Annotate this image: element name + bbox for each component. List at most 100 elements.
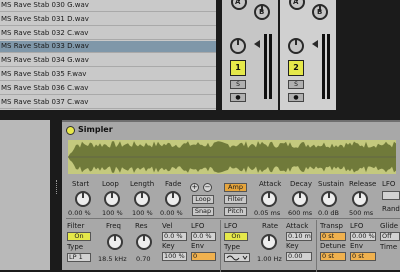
level-meter bbox=[269, 34, 272, 99]
send-a-label: A bbox=[235, 0, 241, 6]
file-item[interactable]: MS Rave Stab 034 G.wav bbox=[0, 55, 216, 67]
level-meter bbox=[327, 34, 330, 99]
mixer-empty-area bbox=[340, 0, 400, 110]
resize-handle[interactable] bbox=[56, 180, 58, 194]
sample-waveform-display[interactable] bbox=[68, 140, 396, 174]
section-divider bbox=[66, 218, 400, 219]
attack-value: 0.05 ms bbox=[254, 209, 281, 217]
sustain-knob[interactable] bbox=[321, 191, 337, 207]
res-label: Res bbox=[135, 222, 148, 230]
waveform-icon bbox=[68, 141, 396, 173]
transp-label: Transp bbox=[320, 222, 343, 230]
section-divider bbox=[220, 220, 221, 272]
track-strip-2: A B 2 S ● bbox=[280, 0, 336, 110]
lfo-label: LFO bbox=[382, 180, 396, 188]
lfo-attack-label: Attack bbox=[286, 222, 309, 230]
section-divider bbox=[316, 220, 317, 272]
filter-type-dropdown[interactable]: LP 1 bbox=[67, 253, 91, 262]
length-knob[interactable] bbox=[134, 191, 150, 207]
file-item[interactable]: MS Rave Stab 030 G.wav bbox=[0, 0, 216, 12]
fade-knob[interactable] bbox=[165, 191, 181, 207]
pan-knob[interactable] bbox=[288, 38, 304, 54]
random-label: Rando bbox=[382, 205, 400, 213]
plus-button[interactable]: + bbox=[190, 183, 199, 192]
lfo-type-label: Type bbox=[224, 243, 241, 251]
freq-knob[interactable] bbox=[107, 234, 123, 250]
vel-field[interactable]: 0.0 % bbox=[162, 232, 187, 241]
sustain-value: 0.0 dB bbox=[318, 209, 339, 217]
file-item[interactable]: MS Rave Stab 032 C.wav bbox=[0, 28, 216, 40]
filter-env-label: Env bbox=[191, 242, 205, 250]
volume-fader-handle[interactable] bbox=[312, 40, 318, 48]
rate-label: Rate bbox=[262, 222, 279, 230]
level-meter bbox=[322, 34, 325, 99]
volume-fader-handle[interactable] bbox=[254, 40, 260, 48]
pitch-tab-button[interactable]: Pitch bbox=[224, 207, 247, 216]
glide-label: Glide bbox=[380, 222, 399, 230]
file-item[interactable]: MS Rave Stab 036 C.wav bbox=[0, 83, 216, 95]
file-item-selected[interactable]: MS Rave Stab 033 D.wav bbox=[0, 41, 216, 53]
file-item[interactable]: MS Rave Stab 035 F.wav bbox=[0, 69, 216, 81]
filter-tab-button[interactable]: Filter bbox=[224, 195, 247, 204]
session-mixer: A B 1 S ● A B 2 S ● bbox=[218, 0, 400, 110]
length-label: Length bbox=[130, 180, 155, 188]
filter-env-field[interactable]: 0 bbox=[191, 252, 216, 261]
glide-time-label: Time bbox=[380, 243, 398, 251]
pitch-lfo-field[interactable]: 0.00 % bbox=[350, 232, 376, 241]
snap-toggle-button[interactable]: Snap bbox=[192, 207, 214, 216]
decay-value: 600 ms bbox=[288, 209, 313, 217]
fade-label: Fade bbox=[165, 180, 182, 188]
device-chain-left-panel bbox=[0, 120, 50, 270]
browser-file-list: MS Rave Stab 030 G.wav MS Rave Stab 031 … bbox=[0, 0, 216, 110]
lfo-section-label: LFO bbox=[224, 222, 238, 230]
attack-knob[interactable] bbox=[261, 191, 277, 207]
pitch-env-field[interactable]: 0 st bbox=[350, 252, 376, 261]
lfo-waveform-dropdown[interactable] bbox=[224, 253, 250, 262]
solo-button[interactable]: S bbox=[230, 80, 246, 89]
pan-knob[interactable] bbox=[230, 38, 246, 54]
vel-label: Vel bbox=[162, 222, 173, 230]
lfo-on-button[interactable]: On bbox=[224, 232, 248, 241]
release-label: Release bbox=[349, 180, 377, 188]
key-field[interactable]: 100 % bbox=[162, 252, 187, 261]
release-knob[interactable] bbox=[352, 191, 368, 207]
amp-tab-button[interactable]: Amp bbox=[224, 183, 247, 192]
transp-field[interactable]: 0 st bbox=[320, 232, 346, 241]
loop-knob[interactable] bbox=[104, 191, 120, 207]
device-title: Simpler bbox=[78, 125, 113, 134]
filter-lfo-label: LFO bbox=[191, 222, 205, 230]
filter-on-button[interactable]: On bbox=[67, 232, 91, 241]
filter-lfo-field[interactable]: 0.0 % bbox=[191, 232, 216, 241]
minus-button[interactable]: − bbox=[203, 183, 212, 192]
rate-value: 1.00 Hz bbox=[257, 255, 282, 263]
loop-toggle-button[interactable]: Loop bbox=[192, 195, 214, 204]
send-b-label: B bbox=[259, 8, 265, 16]
glide-dropdown[interactable]: Off bbox=[380, 232, 400, 241]
lfo-attack-field[interactable]: 0.10 ms bbox=[286, 232, 312, 241]
start-knob[interactable] bbox=[75, 191, 91, 207]
length-value: 100 % bbox=[132, 209, 153, 217]
device-power-icon[interactable] bbox=[66, 126, 75, 135]
res-value: 0.70 bbox=[136, 255, 151, 263]
filter-type-label: Type bbox=[67, 243, 84, 251]
track-activator-button[interactable]: 2 bbox=[288, 60, 304, 76]
send-a-label: A bbox=[293, 0, 299, 6]
track-activator-button[interactable]: 1 bbox=[230, 60, 246, 76]
loop-value: 100 % bbox=[102, 209, 123, 217]
decay-knob[interactable] bbox=[292, 191, 308, 207]
filter-label: Filter bbox=[67, 222, 85, 230]
detune-field[interactable]: 0 st bbox=[320, 252, 346, 261]
solo-button[interactable]: S bbox=[288, 80, 304, 89]
lfo-amount-field[interactable] bbox=[382, 191, 400, 200]
res-knob[interactable] bbox=[136, 234, 152, 250]
start-value: 0.00 % bbox=[68, 209, 91, 217]
file-item[interactable]: MS Rave Stab 037 C.wav bbox=[0, 97, 216, 109]
record-arm-button[interactable]: ● bbox=[288, 93, 304, 102]
lfo-key-field[interactable]: 0.00 bbox=[286, 252, 312, 261]
file-item[interactable]: MS Rave Stab 031 D.wav bbox=[0, 14, 216, 26]
rate-knob[interactable] bbox=[261, 234, 277, 250]
decay-label: Decay bbox=[290, 180, 312, 188]
simpler-device: Simpler Start Loop Length Fade + − Amp A… bbox=[62, 120, 400, 272]
record-arm-button[interactable]: ● bbox=[230, 93, 246, 102]
release-value: 500 ms bbox=[349, 209, 374, 217]
